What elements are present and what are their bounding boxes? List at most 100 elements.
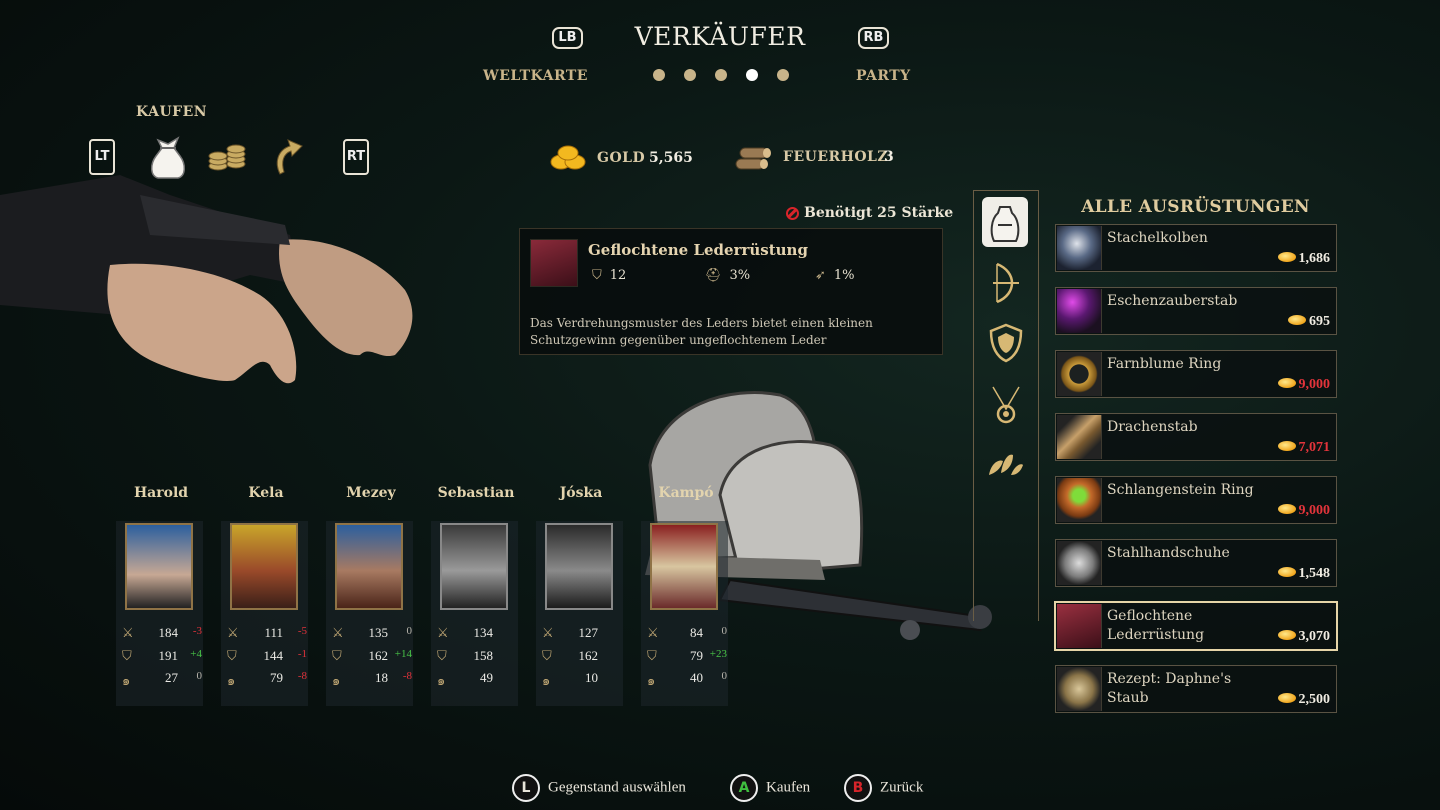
gold-coin-icon <box>1288 315 1306 325</box>
swords-icon: ⚔ <box>437 625 449 640</box>
spiral-icon: ๑ <box>122 673 131 688</box>
gold-coin-icon <box>1277 567 1296 577</box>
item-info-panel: Geflochtene Lederrüstung ⛉ 12 ⛑ 3% ➶ 1% Das… <box>519 228 943 355</box>
defense-value: 162 <box>578 648 599 663</box>
party-card-kela[interactable]: ⚔ 111 -5 ⛉ 144 -1 ๑ 79 -8 <box>221 521 308 706</box>
item-description: Das Verdrehungsmuster des Leders bietet … <box>530 316 873 347</box>
firewood-value: 3 <box>884 149 894 165</box>
bow-icon[interactable] <box>985 260 1027 304</box>
item-name: Geflochtene Lederrüstung <box>1107 608 1205 643</box>
party-card-kampo[interactable]: ⚔ 84 0 ⛉ 79 +23 ๑ 40 0 <box>641 521 728 706</box>
stat-3-value: 1% <box>833 268 855 283</box>
magic-value: 49 <box>480 670 493 685</box>
attack-value: 84 <box>690 625 703 640</box>
amulet-icon[interactable] <box>985 382 1027 426</box>
item-price: 695 <box>1288 314 1330 330</box>
mace-icon <box>1057 226 1102 270</box>
swords-icon: ⚔ <box>227 625 239 640</box>
party-card-mezey[interactable]: ⚔ 135 0 ⛉ 162 +14 ๑ 18 -8 <box>326 521 413 706</box>
item-price: 7,071 <box>1277 440 1330 456</box>
hint-select-label: Gegenstand auswählen <box>548 779 686 796</box>
spiral-icon: ๑ <box>332 673 341 688</box>
attack-delta: 0 <box>406 625 413 637</box>
page-dot <box>684 69 696 81</box>
stat-3: ➶ 1% <box>815 268 855 283</box>
gold-coin-icon <box>1277 504 1296 514</box>
boot-icon: ➶ <box>815 268 826 283</box>
list-item-selected[interactable]: Geflochtene Lederrüstung 3,070 <box>1054 601 1338 651</box>
l-stick-icon: L <box>512 774 540 802</box>
magic-delta: -8 <box>297 670 307 682</box>
list-item[interactable]: Farnblume Ring 9,000 <box>1055 350 1337 398</box>
attack-delta: 0 <box>721 625 728 637</box>
tab-weltkarte[interactable]: WELTKARTE <box>483 68 588 84</box>
attack-value: 135 <box>368 625 389 640</box>
hint-select[interactable]: L Gegenstand auswählen <box>512 774 686 802</box>
b-button-icon: B <box>844 774 872 802</box>
armor-value: 12 <box>609 268 627 283</box>
hint-buy-label: Kaufen <box>766 779 811 796</box>
avatar <box>440 523 508 610</box>
item-name: Farnblume Ring <box>1107 356 1222 372</box>
magic-value: 10 <box>585 670 598 685</box>
item-name: Drachenstab <box>1107 419 1198 435</box>
defense-delta: +14 <box>394 648 412 660</box>
backpack-icon[interactable] <box>982 197 1028 247</box>
list-item[interactable]: Stachelkolben 1,686 <box>1055 224 1337 272</box>
avatar <box>230 523 298 610</box>
stat-2-value: 3% <box>729 268 751 283</box>
ring-icon <box>1057 352 1102 396</box>
hint-back[interactable]: B Zurück <box>844 774 923 802</box>
leather-armor-icon <box>1057 604 1102 648</box>
item-price: 1,548 <box>1277 566 1330 582</box>
hint-back-label: Zurück <box>880 779 924 796</box>
spiral-icon: ๑ <box>542 673 551 688</box>
party-name-sebastian: Sebastian <box>437 485 515 501</box>
party-name-joska: Jóska <box>559 485 603 501</box>
party-card-harold[interactable]: ⚔ 184 -3 ⛉ 191 +4 ๑ 27 0 <box>116 521 203 706</box>
list-item[interactable]: Schlangenstein Ring 9,000 <box>1055 476 1337 524</box>
attack-value: 127 <box>578 625 599 640</box>
avatar <box>650 523 718 610</box>
magic-delta: 0 <box>721 670 728 682</box>
party-card-sebastian[interactable]: ⚔ 134 ⛉ 158 ๑ 49 <box>431 521 518 706</box>
shield-icon[interactable] <box>985 320 1027 364</box>
lb-button[interactable]: LB <box>552 27 583 49</box>
party-name-kela: Kela <box>248 485 284 501</box>
page-dot <box>715 69 727 81</box>
magic-delta: -8 <box>402 670 412 682</box>
party-card-joska[interactable]: ⚔ 127 ⛉ 162 ๑ 10 <box>536 521 623 706</box>
list-item[interactable]: Eschenzauberstab 695 <box>1055 287 1337 335</box>
tab-party[interactable]: PARTY <box>856 68 911 84</box>
hint-buy[interactable]: A Kaufen <box>730 774 810 802</box>
leaves-icon[interactable] <box>985 440 1027 484</box>
list-item[interactable]: Drachenstab 7,071 <box>1055 413 1337 461</box>
attack-value: 184 <box>158 625 179 640</box>
defense-delta: +4 <box>190 648 202 660</box>
item-name: Stahlhandschuhe <box>1107 545 1230 561</box>
magic-value: 40 <box>690 670 703 685</box>
spiral-icon: ๑ <box>437 673 446 688</box>
defense-value: 79 <box>690 648 703 663</box>
item-name: Schlangenstein Ring <box>1107 482 1254 498</box>
firewood-icon <box>734 143 772 177</box>
item-name: Rezept: Daphne's Staub <box>1107 671 1232 706</box>
defense-value: 191 <box>158 648 179 663</box>
attack-delta: -5 <box>297 625 307 637</box>
stat-2: ⛑ 3% <box>705 268 750 283</box>
gold-label: GOLD <box>597 150 646 166</box>
party-name-harold: Harold <box>133 485 189 501</box>
firewood-label: FEUERHOLZ <box>783 149 889 165</box>
store-heading: ALLE AUSRÜSTUNGEN <box>1081 197 1310 217</box>
defense-delta: -1 <box>297 648 307 660</box>
page-dot <box>777 69 789 81</box>
item-price: 9,000 <box>1277 377 1330 393</box>
rb-button[interactable]: RB <box>858 27 889 49</box>
swords-icon: ⚔ <box>542 625 554 640</box>
attack-value: 134 <box>473 625 494 640</box>
merchant-hands-illustration <box>0 175 413 384</box>
list-item[interactable]: Stahlhandschuhe 1,548 <box>1055 539 1337 587</box>
prohibited-icon <box>786 207 799 220</box>
list-item[interactable]: Rezept: Daphne's Staub 2,500 <box>1055 665 1337 713</box>
shield-icon: ⛉ <box>122 648 132 663</box>
